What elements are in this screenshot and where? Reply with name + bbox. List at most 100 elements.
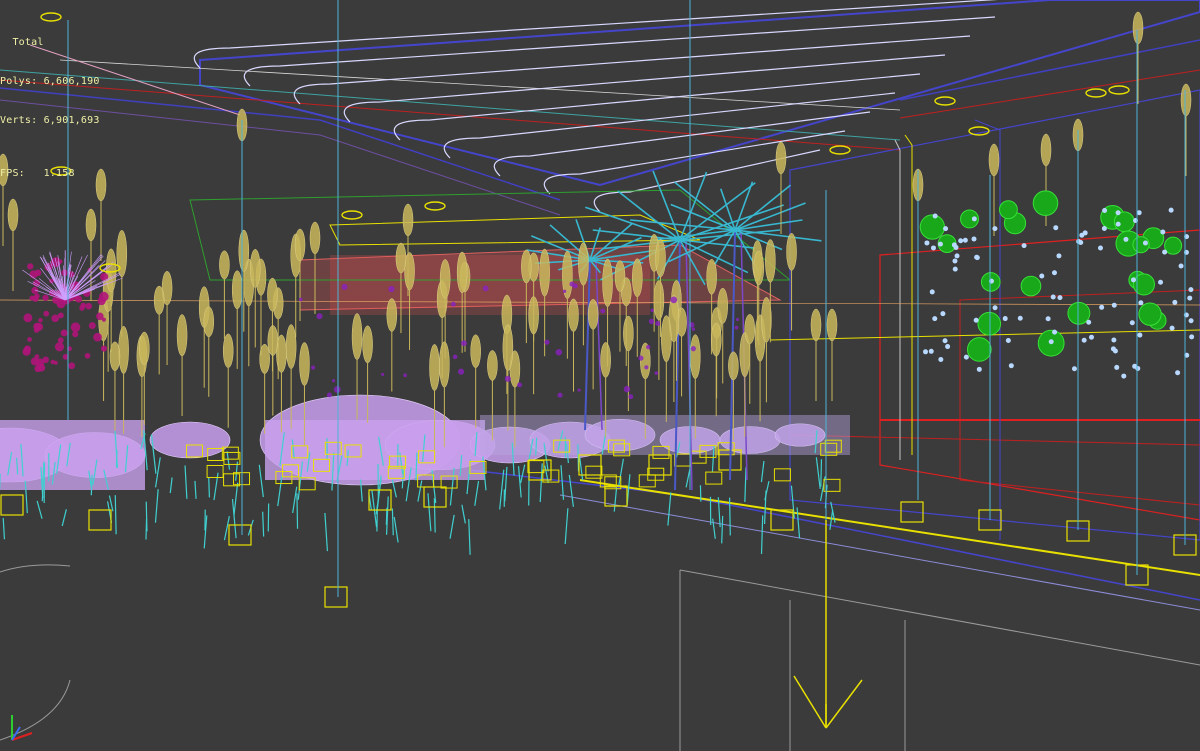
foliage-blossom xyxy=(1175,370,1181,376)
flower-bloom xyxy=(457,368,465,375)
light-target-box xyxy=(88,509,112,531)
foliage-blossom xyxy=(1101,225,1107,231)
foliage-blossom xyxy=(1056,253,1062,259)
foliage-blossom xyxy=(974,254,980,260)
flower-bloom xyxy=(388,285,395,293)
chair-leg xyxy=(433,498,436,533)
flower-bloom xyxy=(381,372,385,377)
foliage-blossom xyxy=(932,213,938,219)
perspective-viewport[interactable]: Total Polys: 6,606,190 Verts: 6,901,693 … xyxy=(0,0,1200,751)
chair-leg xyxy=(194,480,197,499)
wireframe-scene[interactable] xyxy=(0,0,1200,751)
downlight xyxy=(968,126,990,136)
foliage-blossom xyxy=(1076,238,1082,244)
foliage-blossom xyxy=(1086,319,1092,325)
foliage-blossom xyxy=(1138,300,1144,306)
chair-leg xyxy=(233,482,239,516)
pampas-plume xyxy=(299,342,310,386)
stats-verts: Verts: 6,901,693 xyxy=(0,114,100,127)
foliage-blossom xyxy=(1115,221,1121,227)
chair-leg xyxy=(504,466,508,502)
foliage-cluster xyxy=(919,214,945,240)
chair-leg xyxy=(613,487,618,512)
foliage-cluster xyxy=(1164,236,1183,255)
flower-bloom xyxy=(23,345,32,353)
chair-leg xyxy=(468,519,471,555)
downlight xyxy=(1085,88,1107,98)
flower-bloom xyxy=(311,365,316,370)
foliage-blossom xyxy=(1162,249,1168,255)
foliage-blossom xyxy=(1005,337,1011,343)
foliage-blossom xyxy=(992,226,998,232)
foliage-blossom xyxy=(938,357,944,363)
flower-bloom xyxy=(735,317,740,322)
flower-bloom xyxy=(60,329,68,337)
foliage-blossom xyxy=(1111,337,1117,343)
pampas-plume xyxy=(294,228,306,262)
fps-value: 1.158 xyxy=(43,168,75,179)
flower-bloom xyxy=(298,297,303,302)
pampas-plume xyxy=(653,280,665,321)
flower-bloom xyxy=(654,371,659,375)
pampas-plume xyxy=(1180,83,1192,117)
flower-bloom xyxy=(23,313,33,323)
pampas-plume xyxy=(753,250,765,286)
foliage-cluster xyxy=(1032,190,1059,216)
chair-leg xyxy=(568,474,574,507)
pampas-plume xyxy=(285,324,297,369)
chair-leg xyxy=(744,467,747,503)
chair-leg xyxy=(208,476,211,498)
foliage-blossom xyxy=(929,289,935,295)
chair-leg xyxy=(114,495,117,535)
foliage-blossom xyxy=(1045,316,1051,322)
foliage-blossom xyxy=(923,349,929,355)
flower-bloom xyxy=(403,373,407,378)
flower-bloom xyxy=(544,339,550,345)
light-target-arrow-icon[interactable] xyxy=(793,520,863,729)
pampas-plume xyxy=(429,344,440,391)
light-target-boxes xyxy=(0,449,1197,608)
chair-leg xyxy=(296,493,299,529)
pampas-plume xyxy=(250,249,261,288)
pampas-plume xyxy=(614,260,626,292)
pampas-plume xyxy=(487,350,498,381)
foliage-blossom xyxy=(1111,302,1117,308)
ceiling-slat xyxy=(243,16,996,87)
foliage-blossom xyxy=(1188,318,1194,324)
chair-leg xyxy=(154,489,159,523)
pampas-plume xyxy=(600,342,611,378)
foliage-blossom xyxy=(1008,363,1014,369)
foliage-blossom xyxy=(1142,240,1148,246)
pampas-plume xyxy=(259,343,270,374)
chair-leg xyxy=(474,480,480,506)
foliage-blossom xyxy=(1123,236,1129,242)
pampas-plume xyxy=(470,334,481,369)
flower-bloom xyxy=(70,322,81,332)
flower-bloom xyxy=(43,310,50,317)
chair-seat xyxy=(206,464,224,478)
flower-bloom xyxy=(555,349,563,356)
chair-leg xyxy=(539,463,543,503)
chair-leg xyxy=(184,465,188,499)
pampas-plume xyxy=(810,308,822,342)
foliage-blossom xyxy=(945,344,951,350)
flower-bloom xyxy=(316,313,323,320)
chair-leg xyxy=(763,490,767,525)
chair-leg xyxy=(277,475,283,507)
foliage-blossom xyxy=(1097,245,1103,251)
foliage-blossom xyxy=(958,238,964,244)
foliage-blossom xyxy=(1188,287,1194,293)
flower-bloom xyxy=(648,318,655,325)
pampas-plume xyxy=(456,251,468,294)
foliage-blossom xyxy=(1178,263,1184,269)
chair-leg xyxy=(760,515,764,554)
flower-bloom xyxy=(100,272,109,281)
flower-bloom xyxy=(54,342,65,352)
foliage-blossom xyxy=(1039,273,1045,279)
pampas-plume xyxy=(386,298,398,332)
ceiling-frame xyxy=(0,0,1200,216)
flower-bloom xyxy=(88,322,96,330)
floor-edges xyxy=(0,469,1200,751)
chair-leg xyxy=(449,514,455,539)
flower-bloom xyxy=(452,354,458,360)
